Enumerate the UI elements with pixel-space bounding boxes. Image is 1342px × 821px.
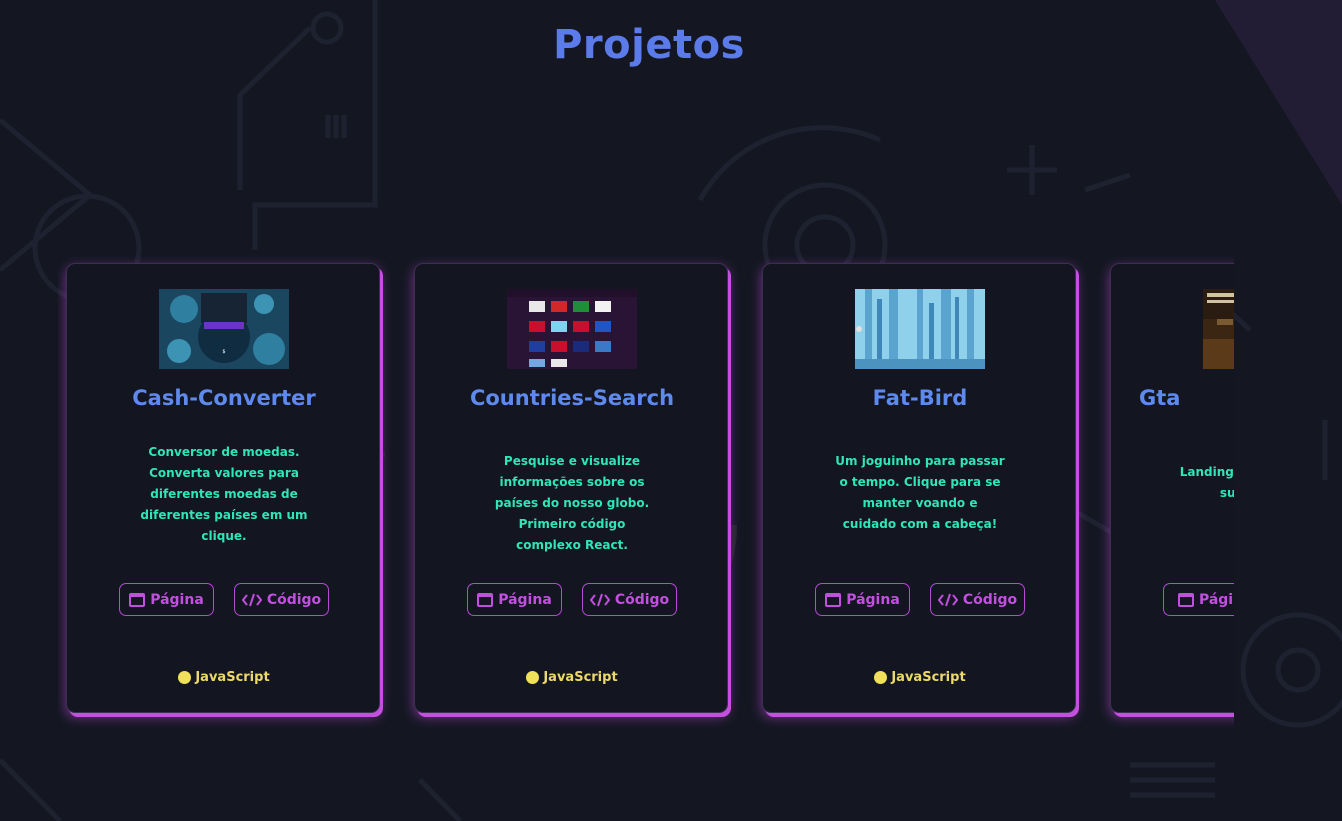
code-button[interactable]: Código [234,583,329,616]
language-label: JavaScript [543,670,618,685]
project-description: Pesquise e visualize informações sobre o… [494,454,650,552]
browser-window-icon [477,592,494,607]
code-brackets-icon [589,593,610,606]
code-button-label: Código [614,591,670,608]
projects-carousel[interactable]: $ Cash-Converter Conversor de moedas. Co… [58,250,1234,730]
svg-text:$: $ [222,349,225,355]
page-button-label: Página [498,591,552,608]
language-dot-icon [874,671,888,684]
project-description: Landingpa o jogo, c suporte [1179,465,1234,500]
project-description: Conversor de moedas. Converta valores pa… [140,445,308,543]
project-title: Fat-Bird [872,386,968,410]
project-card-countries-search: Countries-Search Pesquise e visualize in… [414,263,728,713]
language-badge: JavaScript [67,670,381,685]
project-title: Countries-Search [469,386,675,410]
code-button[interactable]: Código [582,583,677,616]
project-title: Gta [1139,386,1181,410]
page-button[interactable]: Página [119,583,214,616]
project-description: Um joguinho para passar o tempo. Clique … [835,454,1005,531]
language-dot-icon [178,671,192,684]
project-thumbnail [855,289,985,369]
browser-window-icon [129,592,146,607]
project-title: Cash-Converter [132,386,316,410]
project-card-gta: Gta Landingpa o jogo, c suporte Págin [1110,263,1234,713]
code-brackets-icon [937,593,958,606]
page-button-label: Página [846,591,900,608]
page-button-label: Págin [1198,591,1234,608]
language-badge: JavaScript [415,670,729,685]
code-brackets-icon [241,593,262,606]
browser-window-icon [1177,592,1194,607]
code-button-label: Código [962,591,1018,608]
browser-window-icon [825,592,842,607]
page-title: Projetos [553,22,745,68]
project-card-cash-converter: $ Cash-Converter Conversor de moedas. Co… [66,263,380,713]
language-badge: JavaScript [763,670,1077,685]
language-label: JavaScript [891,670,966,685]
project-thumbnail: $ [159,289,289,369]
page-button[interactable]: Página [815,583,910,616]
project-thumbnail [1203,289,1234,369]
project-card-fat-bird: Fat-Bird Um joguinho para passar o tempo… [762,263,1076,713]
code-button-label: Código [266,591,322,608]
page-button-label: Página [150,591,204,608]
page-button[interactable]: Págin [1163,583,1234,616]
project-thumbnail [507,289,637,369]
language-dot-icon [526,671,540,684]
code-button[interactable]: Código [930,583,1025,616]
language-label: JavaScript [195,670,270,685]
page-button[interactable]: Página [467,583,562,616]
